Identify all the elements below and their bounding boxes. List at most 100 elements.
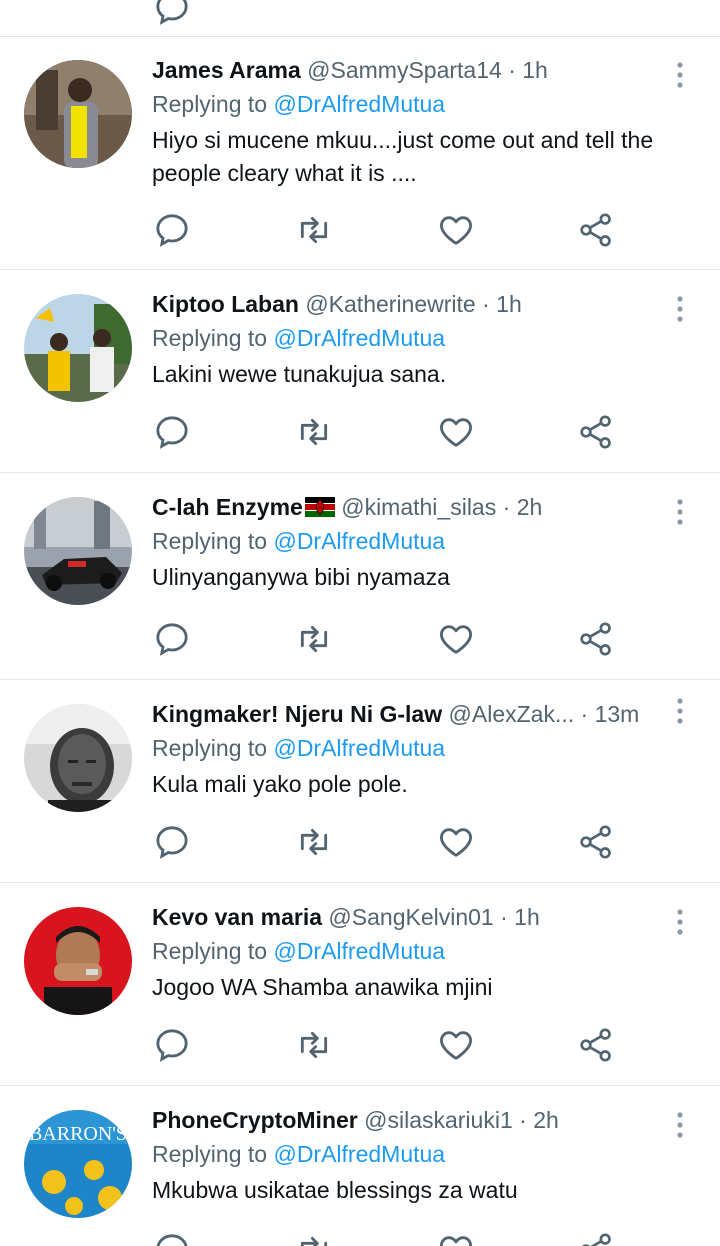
heart-icon[interactable] [436, 1025, 476, 1065]
heart-icon[interactable] [436, 412, 476, 452]
previous-tweet-stub [0, 0, 720, 37]
tweet-actions [152, 1230, 622, 1246]
more-vertical-icon[interactable] [670, 696, 690, 726]
share-icon[interactable] [576, 822, 616, 862]
replying-to: Replying to @DrAlfredMutua [152, 322, 690, 354]
avatar[interactable] [24, 907, 132, 1015]
reply-icon[interactable] [152, 210, 192, 250]
tweet[interactable]: Kiptoo Laban @Katherinewrite · 1h Replyi… [0, 270, 720, 473]
replying-to-label: Replying to [152, 1141, 268, 1167]
tweet-text: Lakini wewe tunakujua sana. [152, 361, 447, 387]
share-icon[interactable] [576, 619, 616, 659]
replying-to-label: Replying to [152, 735, 268, 761]
reply-icon[interactable] [152, 822, 192, 862]
tweet-actions [152, 412, 622, 452]
tweet-header: Kiptoo Laban @Katherinewrite · 1h [152, 291, 522, 317]
reply-icon[interactable] [152, 0, 192, 33]
tweet-text: Jogoo WA Shamba anawika mjini [152, 974, 493, 1000]
replying-to: Replying to @DrAlfredMutua [152, 525, 690, 557]
display-name[interactable]: Kiptoo Laban [152, 291, 299, 317]
tweet[interactable]: James Arama @SammySparta14 · 1h Replying… [0, 36, 720, 270]
retweet-icon[interactable] [294, 1230, 334, 1246]
heart-icon[interactable] [436, 619, 476, 659]
tweet-actions [152, 619, 622, 659]
heart-icon[interactable] [436, 210, 476, 250]
timestamp[interactable]: 1h [496, 291, 522, 317]
timestamp[interactable]: 13m [595, 701, 640, 727]
display-name[interactable]: Kingmaker! Njeru Ni G-law [152, 701, 442, 727]
share-icon[interactable] [576, 210, 616, 250]
display-name[interactable]: Kevo van maria [152, 904, 322, 930]
reply-icon[interactable] [152, 619, 192, 659]
user-handle[interactable]: @SangKelvin01 [328, 904, 493, 930]
mention-link[interactable]: @DrAlfredMutua [273, 325, 445, 351]
tweet-header: Kevo van maria @SangKelvin01 · 1h [152, 904, 540, 930]
tweet-text: Mkubwa usikatae blessings za watu [152, 1177, 518, 1203]
tweet-actions [152, 1025, 622, 1065]
avatar[interactable] [24, 294, 132, 402]
reply-icon[interactable] [152, 1025, 192, 1065]
avatar[interactable]: BARRON'S [24, 1110, 132, 1218]
tweet-header: James Arama @SammySparta14 · 1h [152, 57, 548, 83]
share-icon[interactable] [576, 1230, 616, 1246]
replying-to-label: Replying to [152, 325, 268, 351]
mention-link[interactable]: @DrAlfredMutua [273, 528, 445, 554]
more-vertical-icon[interactable] [670, 497, 690, 527]
share-icon[interactable] [576, 412, 616, 452]
tweet[interactable]: C-lah Enzyme @kimathi_silas · 2h Replyin… [0, 473, 720, 680]
more-vertical-icon[interactable] [670, 907, 690, 937]
retweet-icon[interactable] [294, 619, 334, 659]
avatar-wordmark: BARRON'S [29, 1123, 127, 1145]
mention-link[interactable]: @DrAlfredMutua [273, 91, 445, 117]
timestamp[interactable]: 2h [517, 494, 543, 520]
tweet-header: Kingmaker! Njeru Ni G-law @AlexZak... · … [152, 701, 640, 727]
display-name[interactable]: PhoneCryptoMiner [152, 1107, 358, 1133]
avatar[interactable] [24, 497, 132, 605]
mention-link[interactable]: @DrAlfredMutua [273, 1141, 445, 1167]
user-handle[interactable]: @kimathi_silas [341, 494, 496, 520]
retweet-icon[interactable] [294, 822, 334, 862]
replying-to-label: Replying to [152, 91, 268, 117]
mention-link[interactable]: @DrAlfredMutua [273, 735, 445, 761]
share-icon[interactable] [576, 1025, 616, 1065]
tweet-actions [152, 210, 622, 250]
display-name[interactable]: C-lah Enzyme [152, 494, 303, 520]
tweet-text: Hiyo si mucene mkuu....just come out and… [152, 127, 654, 186]
timestamp[interactable]: 2h [533, 1107, 559, 1133]
retweet-icon[interactable] [294, 412, 334, 452]
heart-icon[interactable] [436, 822, 476, 862]
more-vertical-icon[interactable] [670, 294, 690, 324]
heart-icon[interactable] [436, 1230, 476, 1246]
tweet[interactable]: BARRON'S PhoneCryptoMiner @silaskariuki1… [0, 1086, 720, 1246]
tweet-text: Kula mali yako pole pole. [152, 771, 408, 797]
reply-icon[interactable] [152, 412, 192, 452]
replying-to: Replying to @DrAlfredMutua [152, 88, 690, 120]
tweet-header: PhoneCryptoMiner @silaskariuki1 · 2h [152, 1107, 559, 1133]
tweet-text: Ulinyanganywa bibi nyamaza [152, 564, 450, 590]
tweet[interactable]: Kevo van maria @SangKelvin01 · 1h Replyi… [0, 883, 720, 1086]
user-handle[interactable]: @Katherinewrite [305, 291, 475, 317]
retweet-icon[interactable] [294, 1025, 334, 1065]
display-name[interactable]: James Arama [152, 57, 301, 83]
user-handle[interactable]: @silaskariuki1 [364, 1107, 513, 1133]
timestamp[interactable]: 1h [514, 904, 540, 930]
tweet-actions [152, 822, 622, 862]
kenya-flag-icon [304, 493, 335, 517]
replying-to: Replying to @DrAlfredMutua [152, 935, 690, 967]
timestamp[interactable]: 1h [522, 57, 548, 83]
mention-link[interactable]: @DrAlfredMutua [273, 938, 445, 964]
avatar[interactable] [24, 60, 132, 168]
tweet[interactable]: Kingmaker! Njeru Ni G-law @AlexZak... · … [0, 680, 720, 883]
reply-icon[interactable] [152, 1230, 192, 1246]
more-vertical-icon[interactable] [670, 1110, 690, 1140]
more-vertical-icon[interactable] [670, 60, 690, 90]
replying-to: Replying to @DrAlfredMutua [152, 732, 690, 764]
replying-to-label: Replying to [152, 528, 268, 554]
replying-to-label: Replying to [152, 938, 268, 964]
replying-to: Replying to @DrAlfredMutua [152, 1138, 690, 1170]
avatar[interactable] [24, 704, 132, 812]
tweet-header: C-lah Enzyme @kimathi_silas · 2h [152, 493, 543, 520]
user-handle[interactable]: @AlexZak... [449, 701, 575, 727]
user-handle[interactable]: @SammySparta14 [307, 57, 502, 83]
retweet-icon[interactable] [294, 210, 334, 250]
